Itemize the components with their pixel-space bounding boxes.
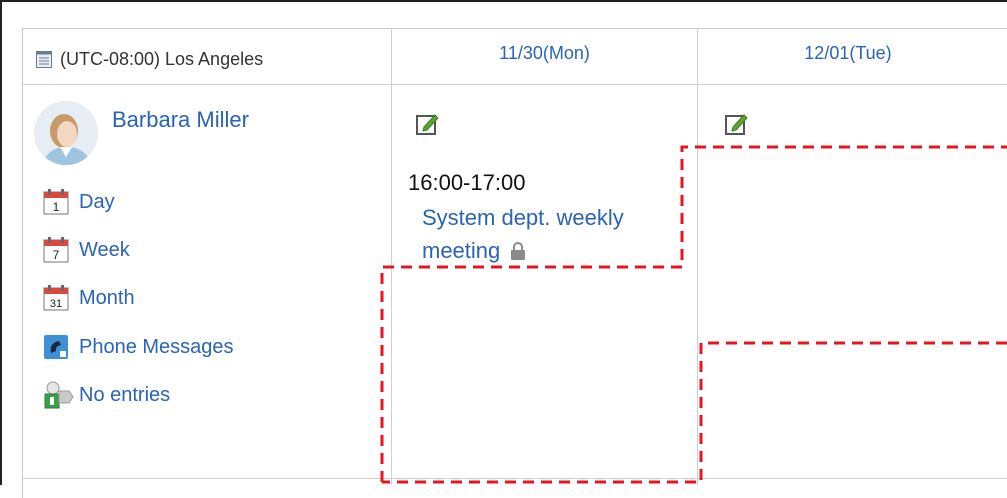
edit-schedule-icon-mon[interactable]	[415, 112, 439, 136]
menu-day-label: Day	[79, 190, 115, 213]
calendar-day-icon: 1	[43, 188, 77, 216]
menu-phone-label: Phone Messages	[79, 335, 234, 358]
timezone-label: (UTC-08:00) Los Angeles	[36, 49, 263, 70]
column-divider	[697, 28, 698, 485]
event-time: 16:00-17:00	[408, 170, 526, 195]
calendar-day-number: 1	[53, 200, 60, 214]
row-divider	[22, 478, 1007, 479]
menu-no-entries-label: No entries	[79, 383, 171, 406]
date-header-tue[interactable]: 12/01(Tue)	[698, 43, 998, 64]
date-header-mon[interactable]: 11/30(Mon)	[392, 43, 697, 64]
user-name-link[interactable]: Barbara Miller	[112, 107, 249, 165]
calendar-month-icon: 31	[43, 284, 77, 312]
lock-icon	[510, 236, 526, 269]
header-divider	[22, 84, 1007, 85]
phone-icon	[43, 333, 77, 361]
menu-day[interactable]: 1 Day	[43, 188, 115, 216]
calendar-week-icon: 7	[43, 236, 77, 264]
edit-schedule-icon-tue[interactable]	[724, 112, 748, 136]
column-divider	[391, 28, 392, 485]
calendar-month-number: 31	[50, 298, 62, 310]
user-avatar[interactable]	[34, 101, 98, 165]
calendar-week-number: 7	[53, 248, 60, 262]
menu-phone-messages[interactable]: Phone Messages	[43, 333, 234, 361]
user-block: Barbara Miller	[34, 101, 249, 165]
menu-no-entries[interactable]: No entries	[43, 381, 170, 409]
timezone-text: (UTC-08:00) Los Angeles	[60, 49, 264, 69]
menu-week-label: Week	[79, 238, 130, 261]
menu-week[interactable]: 7 Week	[43, 236, 130, 264]
menu-month[interactable]: 31 Month	[43, 284, 135, 312]
menu-month-label: Month	[79, 286, 135, 309]
event-title-link[interactable]: System dept. weekly meeting	[422, 201, 682, 269]
presence-icon	[43, 381, 77, 409]
calendar-list-icon	[36, 51, 52, 68]
